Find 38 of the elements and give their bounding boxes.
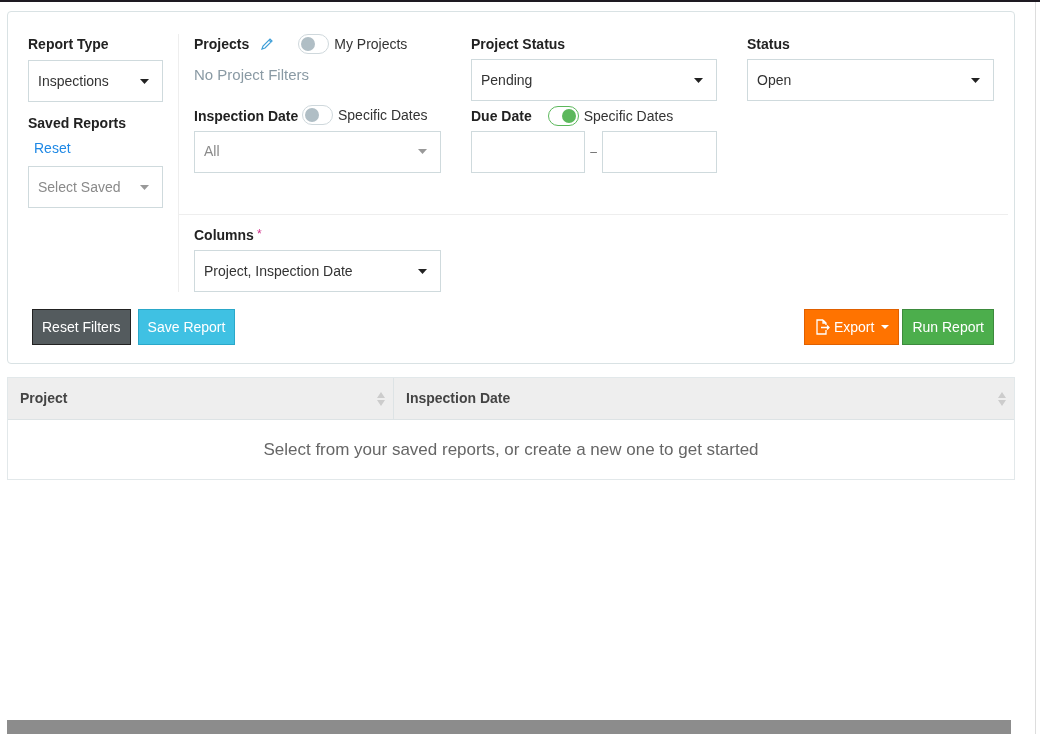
caret-icon xyxy=(418,149,427,154)
empty-table-message: Select from your saved reports, or create a new one to get started xyxy=(263,438,759,461)
column-header[interactable]: Project xyxy=(8,378,394,419)
caret-icon xyxy=(971,77,980,83)
date-input[interactable] xyxy=(602,131,717,173)
field-label: Inspection Date xyxy=(194,106,300,126)
sort-icon xyxy=(377,391,385,406)
columns-select[interactable]: Project, Inspection Date xyxy=(194,250,441,292)
field-label: Columns xyxy=(194,225,254,245)
toggle-label: Specific Dates xyxy=(583,106,674,126)
field-label: Status xyxy=(747,34,790,54)
required-mark: * xyxy=(256,226,262,243)
action-button[interactable]: Reset Filters xyxy=(32,309,131,345)
file-export-icon xyxy=(813,319,830,335)
field-label: Report Type xyxy=(28,35,110,54)
caret-icon xyxy=(140,78,149,84)
field-label: Projects xyxy=(194,34,250,54)
column-header[interactable]: Inspection Date xyxy=(394,378,1014,419)
caret-icon xyxy=(881,325,890,329)
field-label: Project Status xyxy=(471,34,566,54)
status-select[interactable]: Open xyxy=(747,59,994,101)
pencil-icon[interactable] xyxy=(260,37,275,51)
inspection-date-select[interactable]: All xyxy=(194,130,441,173)
caret-icon xyxy=(694,77,703,83)
toggle-label: Specific Dates xyxy=(338,105,428,125)
caret-icon xyxy=(418,268,427,274)
saved-reports-select[interactable]: Select Saved xyxy=(28,166,163,208)
caret-icon xyxy=(140,184,149,190)
empty-filter-text: No Project Filters xyxy=(194,65,311,85)
date-input[interactable] xyxy=(471,131,585,173)
toggle-label: My Projects xyxy=(334,34,408,54)
reset-link[interactable]: Reset xyxy=(34,138,71,159)
sort-icon xyxy=(998,391,1006,406)
field-label: Due Date xyxy=(471,106,532,126)
field-label: Saved Reports xyxy=(28,114,128,133)
report-type-select[interactable]: Inspections xyxy=(28,60,163,102)
project-status-select[interactable]: Pending xyxy=(471,59,717,101)
range-separator: – xyxy=(589,144,598,161)
